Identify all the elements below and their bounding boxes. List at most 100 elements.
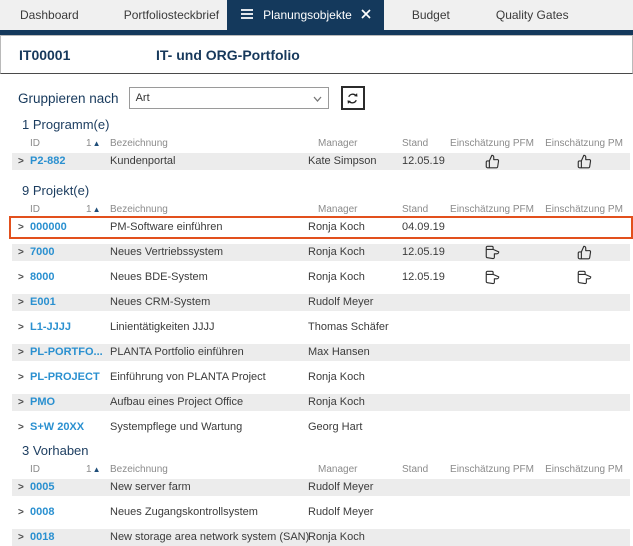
expand-row-icon[interactable]: >	[12, 219, 30, 236]
col-header-stand[interactable]: Stand	[398, 138, 446, 149]
thumb-up-icon[interactable]	[577, 154, 592, 169]
col-header-einschaetzung-pfm[interactable]: Einschätzung PFM	[446, 464, 538, 475]
row-id-link[interactable]: PL-PORTFO...	[30, 344, 106, 361]
row-id-link[interactable]: 7000	[30, 244, 106, 261]
refresh-button[interactable]	[341, 86, 365, 110]
thumb-neutral-icon[interactable]	[485, 245, 500, 260]
expand-row-icon[interactable]: >	[12, 529, 30, 546]
col-header-einschaetzung-pfm[interactable]: Einschätzung PFM	[446, 204, 538, 215]
col-header-bezeichnung[interactable]: Bezeichnung	[106, 464, 304, 475]
row-id-link[interactable]: S+W 20XX	[30, 419, 106, 436]
row-stand: 12.05.19	[398, 153, 446, 170]
col-header-einschaetzung-pm[interactable]: Einschätzung PM	[538, 138, 630, 149]
cell-einschaetzung-pm	[538, 394, 630, 411]
expand-row-icon[interactable]: >	[12, 153, 30, 170]
tab-label: Portfoliosteckbrief	[124, 8, 219, 22]
col-header-stand[interactable]: Stand	[398, 204, 446, 215]
row-stand	[398, 344, 446, 361]
table-row[interactable]: >0018New storage area network system (SA…	[12, 529, 630, 546]
table-row[interactable]: >PMOAufbau eines Project OfficeRonja Koc…	[12, 394, 630, 411]
table-row[interactable]: >PL-PROJECTEinführung von PLANTA Project…	[12, 369, 630, 386]
sort-indicator[interactable]: 1▲	[86, 138, 106, 149]
table-row[interactable]: >0005New server farmRudolf Meyer	[12, 479, 630, 496]
row-id-link[interactable]: PL-PROJECT	[30, 369, 106, 386]
expand-row-icon[interactable]: >	[12, 419, 30, 436]
expand-row-icon[interactable]: >	[12, 269, 30, 286]
row-id-link[interactable]: 8000	[30, 269, 106, 286]
thumb-neutral-icon[interactable]	[485, 270, 500, 285]
col-header-id[interactable]: ID	[30, 464, 86, 475]
cell-einschaetzung-pfm	[446, 319, 538, 336]
table-row[interactable]: >000000PM-Software einführenRonja Koch04…	[12, 219, 630, 236]
cell-einschaetzung-pfm	[446, 419, 538, 436]
expand-row-icon[interactable]: >	[12, 244, 30, 261]
col-header-manager[interactable]: Manager	[304, 204, 398, 215]
table-row[interactable]: >PL-PORTFO...PLANTA Portfolio einführenM…	[12, 344, 630, 361]
expand-row-icon[interactable]: >	[12, 319, 30, 336]
tab-portfoliosteckbrief[interactable]: Portfoliosteckbrief	[124, 0, 219, 30]
thumb-up-icon[interactable]	[577, 245, 592, 260]
tab-label: Planungsobjekte	[263, 8, 352, 22]
sort-indicator[interactable]: 1▲	[86, 204, 106, 215]
col-header-stand[interactable]: Stand	[398, 464, 446, 475]
sort-indicator[interactable]: 1▲	[86, 464, 106, 475]
row-bezeichnung: Neues Zugangskontrollsystem	[106, 504, 304, 521]
expand-row-icon[interactable]: >	[12, 344, 30, 361]
row-manager: Georg Hart	[304, 419, 398, 436]
row-id-link[interactable]: E001	[30, 294, 106, 311]
row-id-link[interactable]: P2-882	[30, 153, 106, 170]
row-id-link[interactable]: 000000	[30, 219, 106, 236]
refresh-icon	[345, 91, 360, 106]
col-header-einschaetzung-pm[interactable]: Einschätzung PM	[538, 464, 630, 475]
tab-budget[interactable]: Budget	[412, 0, 450, 30]
table-row[interactable]: >P2-882KundenportalKate Simpson12.05.19	[12, 153, 630, 170]
row-id-link[interactable]: L1-JJJJ	[30, 319, 106, 336]
col-header-id[interactable]: ID	[30, 204, 86, 215]
sort-asc-icon: ▲	[93, 139, 101, 148]
row-bezeichnung: Aufbau eines Project Office	[106, 394, 304, 411]
hamburger-icon[interactable]	[240, 8, 254, 23]
cell-einschaetzung-pm	[538, 219, 630, 236]
close-icon[interactable]	[361, 8, 371, 22]
expand-row-icon[interactable]: >	[12, 504, 30, 521]
row-manager: Ronja Koch	[304, 269, 398, 286]
tab-quality-gates[interactable]: Quality Gates	[496, 0, 569, 30]
col-header-einschaetzung-pm[interactable]: Einschätzung PM	[538, 204, 630, 215]
expand-row-icon[interactable]: >	[12, 394, 30, 411]
table-row[interactable]: >8000Neues BDE-SystemRonja Koch12.05.19	[12, 269, 630, 286]
table-row[interactable]: >0008Neues ZugangskontrollsystemRudolf M…	[12, 504, 630, 521]
col-header-bezeichnung[interactable]: Bezeichnung	[106, 138, 304, 149]
col-header-bezeichnung[interactable]: Bezeichnung	[106, 204, 304, 215]
group-title: 1 Programm(e)	[22, 118, 633, 132]
col-header-id[interactable]: ID	[30, 138, 86, 149]
group-by-select[interactable]: Art	[129, 87, 329, 109]
tab-dashboard[interactable]: Dashboard	[20, 0, 79, 30]
row-stand: 12.05.19	[398, 244, 446, 261]
col-header-manager[interactable]: Manager	[304, 138, 398, 149]
cell-einschaetzung-pfm	[446, 294, 538, 311]
row-id-link[interactable]: PMO	[30, 394, 106, 411]
tab-planungsobjekte[interactable]: Planungsobjekte	[227, 0, 384, 30]
row-id-link[interactable]: 0018	[30, 529, 106, 546]
tab-label: Budget	[412, 8, 450, 22]
table-row[interactable]: >7000Neues VertriebssystemRonja Koch12.0…	[12, 244, 630, 261]
tabbar: Dashboard Portfoliosteckbrief Planungsobje…	[0, 0, 633, 30]
table-header-row: ID1▲BezeichnungManagerStandEinschätzung …	[12, 138, 630, 149]
row-bezeichnung: Neues CRM-System	[106, 294, 304, 311]
thumb-neutral-icon[interactable]	[577, 270, 592, 285]
row-id-link[interactable]: 0005	[30, 479, 106, 496]
row-id-link[interactable]: 0008	[30, 504, 106, 521]
cell-einschaetzung-pm	[538, 319, 630, 336]
table-row[interactable]: >L1-JJJJLinientätigkeiten JJJJThomas Sch…	[12, 319, 630, 336]
row-manager: Kate Simpson	[304, 153, 398, 170]
group-by-toolbar: Gruppieren nach Art	[18, 86, 633, 110]
table-row[interactable]: >E001Neues CRM-SystemRudolf Meyer	[12, 294, 630, 311]
table-row[interactable]: >S+W 20XXSystempflege und WartungGeorg H…	[12, 419, 630, 436]
expand-row-icon[interactable]: >	[12, 294, 30, 311]
expand-row-icon[interactable]: >	[12, 369, 30, 386]
col-header-einschaetzung-pfm[interactable]: Einschätzung PFM	[446, 138, 538, 149]
thumb-up-icon[interactable]	[485, 154, 500, 169]
row-stand	[398, 419, 446, 436]
col-header-manager[interactable]: Manager	[304, 464, 398, 475]
expand-row-icon[interactable]: >	[12, 479, 30, 496]
